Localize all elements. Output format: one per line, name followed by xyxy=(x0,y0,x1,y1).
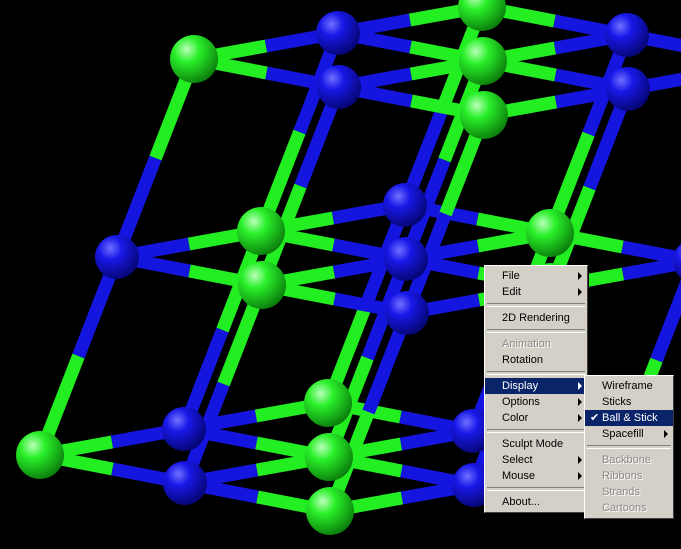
submenu-arrow-icon xyxy=(578,288,582,296)
submenu-item-ball-and-stick[interactable]: ✔ Ball & Stick xyxy=(585,410,673,426)
atom-blue xyxy=(317,65,361,109)
menu-separator xyxy=(487,371,585,375)
atom-green xyxy=(304,379,352,427)
atom-green xyxy=(306,487,354,535)
menu-item-about[interactable]: About... xyxy=(485,494,587,510)
submenu-item-ribbons: Ribbons xyxy=(602,470,643,482)
menu-item-file[interactable]: File xyxy=(485,268,587,284)
atom-blue xyxy=(384,237,428,281)
atom-blue xyxy=(383,183,427,227)
atom-blue xyxy=(673,244,681,278)
submenu-item-strands: Strands xyxy=(602,486,640,498)
menu-item-sculpt-mode[interactable]: Sculpt Mode xyxy=(485,436,587,452)
menu-separator xyxy=(487,303,585,307)
menu-separator xyxy=(487,487,585,491)
submenu-item-spacefill[interactable]: Spacefill xyxy=(585,426,673,442)
atom-green xyxy=(458,0,506,31)
menu-item-mouse[interactable]: Mouse xyxy=(485,468,587,484)
atom-blue xyxy=(316,11,360,55)
atom-green xyxy=(238,261,286,309)
atom-green xyxy=(170,35,218,83)
atom-blue xyxy=(95,235,139,279)
submenu-arrow-icon xyxy=(578,382,582,390)
submenu-arrow-icon xyxy=(578,398,582,406)
submenu-arrow-icon xyxy=(578,272,582,280)
menu-item-display[interactable]: Display xyxy=(485,378,587,394)
menu-item-rotation[interactable]: Rotation xyxy=(485,352,587,368)
context-menu: File Edit 2D Rendering Animation Rotatio… xyxy=(484,265,588,513)
submenu-item-cartoons: Cartoons xyxy=(602,502,647,514)
submenu-item-backbone: Backbone xyxy=(602,454,651,466)
atom-blue xyxy=(605,13,649,57)
atom-green xyxy=(16,431,64,479)
menu-item-options[interactable]: Options xyxy=(485,394,587,410)
display-submenu: Wireframe Sticks ✔ Ball & Stick Spacefill… xyxy=(584,375,674,519)
menu-item-2d-rendering[interactable]: 2D Rendering xyxy=(485,310,587,326)
atom-green xyxy=(526,209,574,257)
menu-item-animation: Animation xyxy=(502,338,551,350)
submenu-arrow-icon xyxy=(578,456,582,464)
atom-green xyxy=(460,91,508,139)
menu-separator xyxy=(487,429,585,433)
menu-item-select[interactable]: Select xyxy=(485,452,587,468)
menu-separator xyxy=(587,445,671,449)
bond-segment xyxy=(650,279,681,363)
submenu-item-sticks[interactable]: Sticks xyxy=(585,394,673,410)
atom-blue xyxy=(163,461,207,505)
submenu-item-wireframe[interactable]: Wireframe xyxy=(585,378,673,394)
atom-blue xyxy=(606,67,650,111)
atom-blue xyxy=(162,407,206,451)
submenu-arrow-icon xyxy=(664,430,668,438)
menu-item-color[interactable]: Color xyxy=(485,410,587,426)
bond-segment xyxy=(621,256,681,281)
menu-separator xyxy=(487,329,585,333)
atom-blue xyxy=(385,291,429,335)
atom-green xyxy=(237,207,285,255)
atom-green xyxy=(305,433,353,481)
submenu-arrow-icon xyxy=(578,414,582,422)
submenu-arrow-icon xyxy=(578,472,582,480)
checkmark-icon: ✔ xyxy=(590,412,600,424)
atom-green xyxy=(459,37,507,85)
menu-item-edit[interactable]: Edit xyxy=(485,284,587,300)
